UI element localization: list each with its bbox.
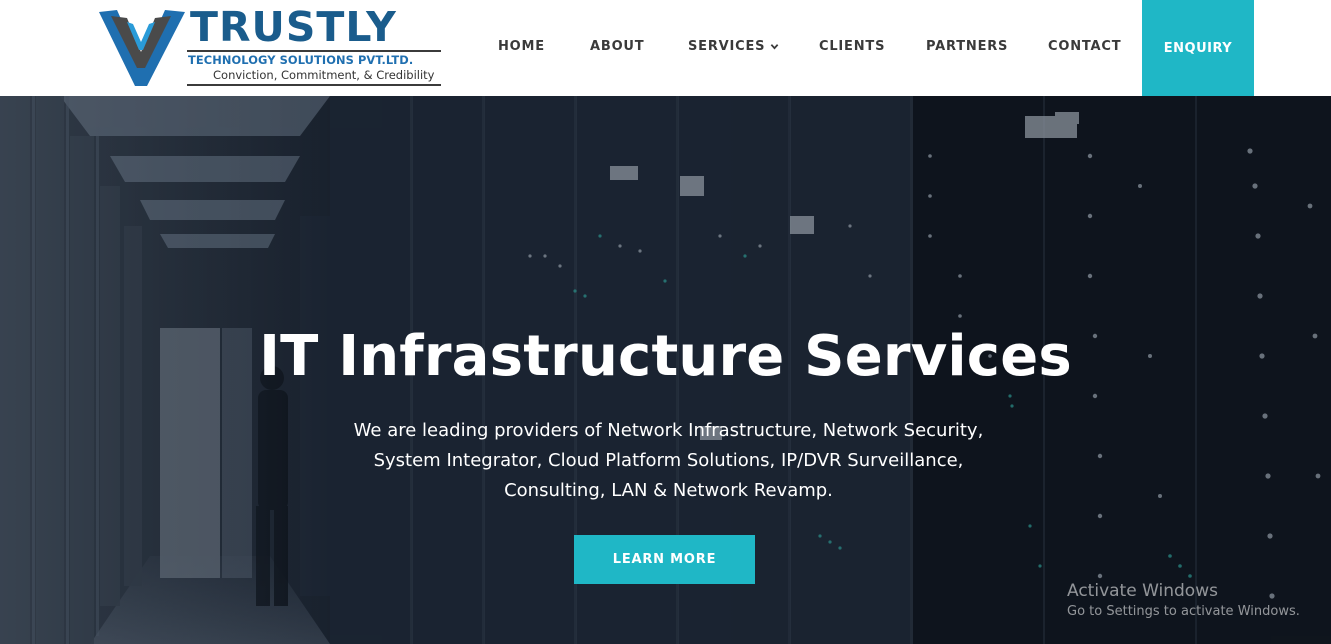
- company-logo[interactable]: TRUSTLY TECHNOLOGY SOLUTIONS PVT.LTD. Co…: [97, 3, 445, 90]
- nav-contact[interactable]: CONTACT: [1048, 39, 1121, 54]
- brand-subtitle: TECHNOLOGY SOLUTIONS PVT.LTD.: [188, 53, 414, 67]
- hero-section: IT Infrastructure Services We are leadin…: [0, 96, 1331, 644]
- logo-rule-bottom: [187, 84, 441, 86]
- windows-activation-watermark: Activate Windows Go to Settings to activ…: [1067, 580, 1300, 621]
- enquiry-button[interactable]: ENQUIRY: [1142, 0, 1254, 96]
- watermark-title: Activate Windows: [1067, 581, 1218, 601]
- hero-title: IT Infrastructure Services: [259, 324, 1072, 389]
- nav-partners-label: PARTNERS: [926, 39, 1009, 54]
- nav-about-label: ABOUT: [590, 39, 645, 54]
- nav-partners[interactable]: PARTNERS: [926, 39, 1008, 54]
- logo-rule-top: [187, 50, 441, 52]
- nav-clients[interactable]: CLIENTS: [819, 39, 885, 54]
- nav-clients-label: CLIENTS: [819, 39, 886, 54]
- nav-contact-label: CONTACT: [1048, 39, 1122, 54]
- nav-services-label: SERVICES: [688, 39, 766, 54]
- learn-more-button[interactable]: LEARN MORE: [574, 535, 755, 584]
- watermark-subtitle: Go to Settings to activate Windows.: [1067, 604, 1300, 619]
- nav-home-label: HOME: [498, 39, 545, 54]
- nav-home[interactable]: HOME: [498, 39, 545, 54]
- logo-emblem-icon: [99, 10, 185, 86]
- nav-about[interactable]: ABOUT: [590, 39, 644, 54]
- nav-services[interactable]: SERVICES: [688, 39, 779, 54]
- site-header: TRUSTLY TECHNOLOGY SOLUTIONS PVT.LTD. Co…: [0, 0, 1331, 96]
- brand-tagline: Conviction, Commitment, & Credibility: [213, 68, 435, 82]
- hero-description: We are leading providers of Network Infr…: [353, 420, 984, 501]
- chevron-down-icon: [771, 44, 779, 50]
- brand-name: TRUSTLY: [190, 3, 397, 51]
